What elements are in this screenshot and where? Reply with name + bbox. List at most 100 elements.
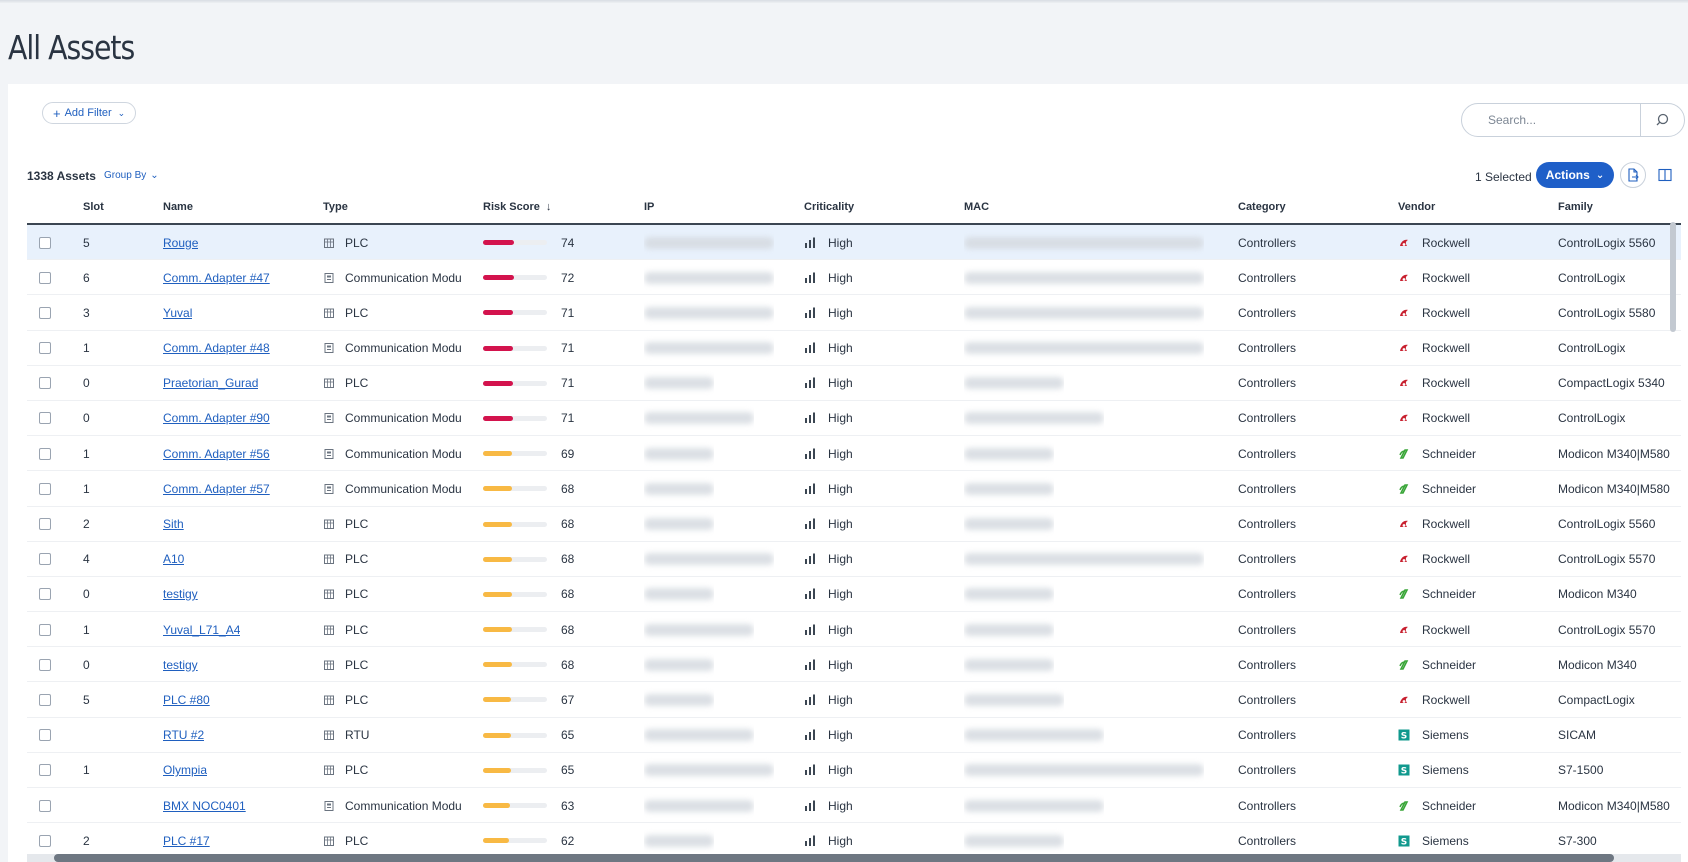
table-row[interactable]: 5 Rouge PLC 74 High Controllers Rockwell Contro… xyxy=(27,225,1681,261)
row-checkbox[interactable] xyxy=(39,342,51,355)
table-row[interactable]: 1 Yuval_L71_A4 PLC 68 High Controllers Rockwel… xyxy=(27,612,1681,648)
asset-name-link[interactable]: testigy xyxy=(163,658,198,672)
risk-value: 65 xyxy=(561,763,575,778)
category-value: Controllers xyxy=(1238,305,1297,320)
svg-text:S: S xyxy=(1401,732,1407,742)
row-checkbox[interactable] xyxy=(39,729,51,742)
row-checkbox[interactable] xyxy=(39,553,51,566)
rockwell-logo-icon xyxy=(1398,237,1410,249)
row-checkbox[interactable] xyxy=(39,306,51,319)
asset-name-link[interactable]: Rouge xyxy=(163,236,198,250)
criticality-value: High xyxy=(828,305,853,320)
row-checkbox[interactable] xyxy=(39,658,51,671)
row-checkbox[interactable] xyxy=(39,236,51,249)
col-slot[interactable]: Slot xyxy=(83,201,104,213)
row-checkbox[interactable] xyxy=(39,377,51,390)
rockwell-logo-icon xyxy=(1398,412,1410,424)
row-checkbox[interactable] xyxy=(39,623,51,636)
row-checkbox[interactable] xyxy=(39,799,51,812)
table-row[interactable]: 0 Comm. Adapter #90 Communication Modu 71 Hi… xyxy=(27,401,1681,437)
asset-name-link[interactable]: Sith xyxy=(163,517,184,531)
asset-name-link[interactable]: Olympia xyxy=(163,763,207,777)
table-row[interactable]: 0 testigy PLC 68 High Controllers Schneider Mod… xyxy=(27,577,1681,613)
table-row[interactable]: 2 Sith PLC 68 High Controllers Rockwell Control… xyxy=(27,507,1681,542)
row-checkbox[interactable] xyxy=(39,693,51,706)
col-criticality[interactable]: Criticality xyxy=(804,201,854,213)
row-checkbox[interactable] xyxy=(39,834,51,847)
actions-button[interactable]: Actions ⌄ xyxy=(1536,162,1614,188)
row-checkbox[interactable] xyxy=(39,518,51,530)
row-checkbox[interactable] xyxy=(39,412,51,425)
search-input[interactable] xyxy=(1486,112,1636,128)
asset-name-link[interactable]: Comm. Adapter #47 xyxy=(163,271,270,285)
asset-name-link[interactable]: testigy xyxy=(163,587,198,601)
row-checkbox[interactable] xyxy=(39,764,51,777)
family-value: S7-300 xyxy=(1558,833,1597,848)
module-icon xyxy=(324,448,334,459)
risk-bar xyxy=(483,767,547,773)
col-category[interactable]: Category xyxy=(1238,201,1286,213)
table-row[interactable]: 4 A10 PLC 68 High Controllers Rockwell ControlL… xyxy=(27,542,1681,577)
asset-name-link[interactable]: BMX NOC0401 xyxy=(163,799,246,813)
rockwell-logo-icon xyxy=(1398,694,1410,706)
asset-name-link[interactable]: Yuval xyxy=(163,306,192,320)
risk-value: 71 xyxy=(561,376,575,391)
row-checkbox[interactable] xyxy=(39,447,51,460)
add-filter-button[interactable]: + Add Filter ⌄ xyxy=(42,102,137,124)
export-button[interactable] xyxy=(1620,162,1646,188)
search-icon[interactable] xyxy=(1652,110,1672,130)
asset-name-link[interactable]: PLC #80 xyxy=(163,693,210,707)
building-icon xyxy=(324,378,334,389)
building-icon xyxy=(324,589,334,600)
asset-name-link[interactable]: RTU #2 xyxy=(163,728,204,742)
table-row[interactable]: 5 PLC #80 PLC 67 High Controllers Rockwell Comp… xyxy=(27,682,1681,718)
asset-name-link[interactable]: Yuval_L71_A4 xyxy=(163,623,240,637)
family-value: ControlLogix 5570 xyxy=(1558,552,1656,567)
asset-name-link[interactable]: Comm. Adapter #57 xyxy=(163,482,270,496)
columns-button[interactable] xyxy=(1652,162,1678,188)
col-vendor[interactable]: Vendor xyxy=(1398,201,1435,213)
col-ip[interactable]: IP xyxy=(644,201,654,213)
table-row[interactable]: 1 Comm. Adapter #57 Communication Modu 68 Hi… xyxy=(27,471,1681,507)
asset-name-link[interactable]: Comm. Adapter #90 xyxy=(163,411,270,425)
risk-bar-fill xyxy=(483,275,514,281)
category-value: Controllers xyxy=(1238,728,1297,743)
risk-bar-fill xyxy=(483,662,512,668)
asset-name-link[interactable]: Comm. Adapter #48 xyxy=(163,341,270,355)
signal-bars-icon xyxy=(805,624,815,635)
row-checkbox[interactable] xyxy=(39,482,51,495)
row-checkbox[interactable] xyxy=(39,588,51,601)
table-row[interactable]: 1 Comm. Adapter #56 Communication Modu 69 Hi… xyxy=(27,436,1681,472)
asset-name-link[interactable]: PLC #17 xyxy=(163,834,210,848)
table-row[interactable]: 0 testigy PLC 68 High Controllers Schneider Mod… xyxy=(27,647,1681,683)
table-row[interactable]: 1 Comm. Adapter #48 Communication Modu 71 Hi… xyxy=(27,331,1681,366)
asset-name-link[interactable]: A10 xyxy=(163,552,184,566)
criticality-value: High xyxy=(828,798,853,813)
horizontal-scrollbar[interactable] xyxy=(54,854,1614,862)
table-row[interactable]: 6 Comm. Adapter #47 Communication Modu 72 Hi… xyxy=(27,260,1681,296)
category-value: Controllers xyxy=(1238,446,1297,461)
risk-value: 63 xyxy=(561,798,575,813)
row-checkbox[interactable] xyxy=(39,271,51,284)
vertical-scrollbar[interactable] xyxy=(1670,222,1676,332)
category-value: Controllers xyxy=(1238,833,1297,848)
risk-bar-fill xyxy=(483,803,510,808)
col-name[interactable]: Name xyxy=(163,201,193,213)
table-row[interactable]: 3 Yuval PLC 71 High Controllers Rockwell Contro… xyxy=(27,295,1681,331)
asset-name-link[interactable]: Praetorian_Gurad xyxy=(163,376,258,390)
type-value: Communication Modu xyxy=(345,411,462,426)
asset-name-link[interactable]: Comm. Adapter #56 xyxy=(163,447,270,461)
table-row[interactable]: 1 Olympia PLC 65 High Controllers S Siemens S7-1… xyxy=(27,753,1681,788)
rockwell-logo-icon xyxy=(1398,307,1410,319)
col-risk[interactable]: Risk Score ↓ xyxy=(483,201,551,213)
table-row[interactable]: BMX NOC0401 Communication Modu 63 High Contr… xyxy=(27,788,1681,824)
table-row[interactable]: RTU #2 RTU 65 High Controllers S Siemens SICAM xyxy=(27,718,1681,753)
col-type[interactable]: Type xyxy=(323,201,348,213)
table-row[interactable]: 0 Praetorian_Gurad PLC 71 High Controllers Roc… xyxy=(27,366,1681,401)
col-family[interactable]: Family xyxy=(1558,201,1593,213)
col-mac[interactable]: MAC xyxy=(964,201,989,213)
risk-bar-fill xyxy=(483,591,512,597)
group-by-button[interactable]: Group By ⌄ xyxy=(104,170,159,181)
family-value: CompactLogix 5340 xyxy=(1558,376,1665,391)
signal-bars-icon xyxy=(805,307,815,318)
